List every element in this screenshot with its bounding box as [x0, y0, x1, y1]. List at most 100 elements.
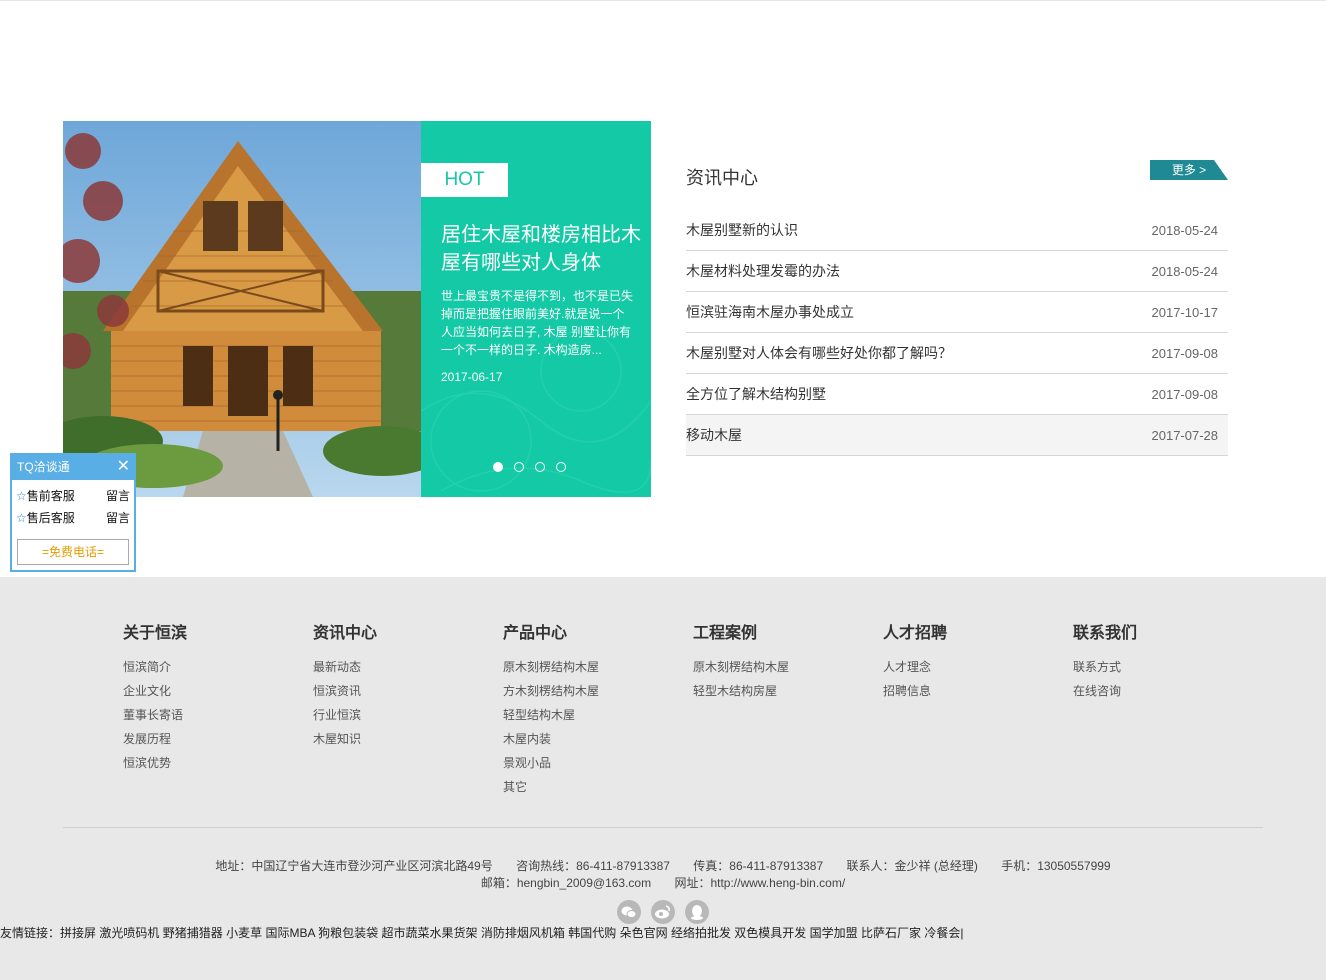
slider-dot-4[interactable] [556, 462, 566, 472]
footer-link[interactable]: 董事长寄语 [123, 703, 303, 727]
tq-message-link[interactable]: 留言 [106, 485, 130, 507]
footer-link[interactable]: 原木刻楞结构木屋 [503, 655, 683, 679]
footer-link[interactable]: 木屋内装 [503, 727, 683, 751]
slide-title[interactable]: 居住木屋和楼房相比木屋有哪些对人身体 [441, 221, 641, 277]
tq-presale-row[interactable]: ☆售前客服 留言 [12, 485, 134, 507]
news-slider[interactable]: HOT 居住木屋和楼房相比木屋有哪些对人身体 世上最宝贵不是得不到，也不是已失掉… [63, 121, 651, 497]
news-item-title[interactable]: 恒滨驻海南木屋办事处成立 [686, 302, 854, 322]
footer-fax: 传真：86-411-87913387 [693, 859, 824, 873]
slide-caption-panel[interactable]: HOT 居住木屋和楼房相比木屋有哪些对人身体 世上最宝贵不是得不到，也不是已失掉… [421, 121, 651, 497]
tq-presale-label[interactable]: 售前客服 [27, 489, 75, 503]
social-icons [617, 900, 709, 924]
footer-link[interactable]: 恒滨资讯 [313, 679, 493, 703]
friend-link[interactable]: 国际MBA [265, 926, 314, 940]
star-icon: ☆ [16, 489, 27, 503]
close-icon[interactable]: ✕ [117, 455, 130, 479]
tq-aftersale-label[interactable]: 售后客服 [27, 511, 75, 525]
news-item[interactable]: 木屋材料处理发霉的办法 2018-05-24 [686, 251, 1228, 292]
news-header: 资讯中心 更多 > [686, 160, 1228, 200]
footer-column-products: 产品中心 原木刻楞结构木屋 方木刻楞结构木屋 轻型结构木屋 木屋内装 景观小品 … [503, 619, 683, 799]
tq-aftersale-row[interactable]: ☆售后客服 留言 [12, 507, 134, 529]
news-item[interactable]: 全方位了解木结构别墅 2017-09-08 [686, 374, 1228, 415]
tq-message-link[interactable]: 留言 [106, 507, 130, 529]
news-item-title[interactable]: 木屋别墅新的认识 [686, 220, 798, 240]
footer-link[interactable]: 联系方式 [1073, 655, 1253, 679]
footer-link[interactable]: 木屋知识 [313, 727, 493, 751]
slider-dot-3[interactable] [535, 462, 545, 472]
friend-link[interactable]: 小麦草 [226, 926, 262, 940]
footer-column-cases: 工程案例 原木刻楞结构木屋 轻型木结构房屋 [693, 619, 873, 703]
footer-link[interactable]: 恒滨优势 [123, 751, 303, 775]
friend-link[interactable]: 超市蔬菜水果货架 [382, 926, 478, 940]
slide-date: 2017-06-17 [441, 370, 503, 384]
footer-column-title[interactable]: 资讯中心 [313, 619, 493, 655]
footer-column-contact: 联系我们 联系方式 在线咨询 [1073, 619, 1253, 703]
friend-link[interactable]: 消防排烟风机箱 [481, 926, 565, 940]
hot-tag: HOT [421, 163, 508, 197]
footer-email: 邮箱：hengbin_2009@163.com [480, 876, 652, 890]
news-item[interactable]: 木屋别墅对人体会有哪些好处你都了解吗？ 2017-09-08 [686, 333, 1228, 374]
star-icon: ☆ [16, 511, 27, 525]
friend-link[interactable]: 朵色官网 [620, 926, 668, 940]
footer-link[interactable]: 原木刻楞结构木屋 [693, 655, 873, 679]
footer-column-title[interactable]: 工程案例 [693, 619, 873, 655]
friend-link[interactable]: 拼接屏 [60, 926, 96, 940]
footer-link[interactable]: 轻型结构木屋 [503, 703, 683, 727]
footer-column-about: 关于恒滨 恒滨简介 企业文化 董事长寄语 发展历程 恒滨优势 [123, 619, 303, 775]
footer-link[interactable]: 恒滨简介 [123, 655, 303, 679]
news-item-date: 2017-09-08 [1151, 386, 1219, 402]
friend-links: 友情链接：拼接屏 激光喷码机 野猪捕猎器 小麦草 国际MBA 狗粮包装袋 超市蔬… [0, 924, 964, 941]
friend-link[interactable]: 比萨石厂家 [861, 926, 921, 940]
footer-link[interactable]: 行业恒滨 [313, 703, 493, 727]
friend-link[interactable]: 韩国代购 [568, 926, 616, 940]
footer-column-title[interactable]: 关于恒滨 [123, 619, 303, 655]
footer-column-jobs: 人才招聘 人才理念 招聘信息 [883, 619, 1063, 703]
friend-link[interactable]: 野猪捕猎器 [163, 926, 223, 940]
footer-column-title[interactable]: 联系我们 [1073, 619, 1253, 655]
footer-link[interactable]: 最新动态 [313, 655, 493, 679]
weibo-icon[interactable] [651, 900, 675, 924]
news-title: 资讯中心 [686, 168, 758, 188]
friend-link[interactable]: 国学加盟 [810, 926, 858, 940]
news-item-title[interactable]: 木屋别墅对人体会有哪些好处你都了解吗？ [686, 343, 952, 363]
qq-icon[interactable] [685, 900, 709, 924]
news-item-title[interactable]: 木屋材料处理发霉的办法 [686, 261, 840, 281]
news-item[interactable]: 移动木屋 2017-07-28 [686, 415, 1228, 456]
footer-address: 地址：中国辽宁省大连市登沙河产业区河滨北路49号 [215, 859, 493, 873]
wooden-house-image [63, 121, 421, 497]
footer-link[interactable]: 招聘信息 [883, 679, 1063, 703]
footer-link[interactable]: 企业文化 [123, 679, 303, 703]
news-item-date: 2017-07-28 [1151, 427, 1219, 443]
news-item-title[interactable]: 移动木屋 [686, 425, 742, 445]
friend-link[interactable]: 冷餐会| [924, 926, 963, 940]
footer-link[interactable]: 人才理念 [883, 655, 1063, 679]
more-button[interactable]: 更多 > [1150, 160, 1228, 180]
news-item[interactable]: 恒滨驻海南木屋办事处成立 2017-10-17 [686, 292, 1228, 333]
footer-website[interactable]: 网址：http://www.heng-bin.com/ [674, 876, 845, 890]
footer-column-title[interactable]: 人才招聘 [883, 619, 1063, 655]
footer-link[interactable]: 景观小品 [503, 751, 683, 775]
footer-link[interactable]: 其它 [503, 775, 683, 799]
news-item[interactable]: 木屋别墅新的认识 2018-05-24 [686, 210, 1228, 251]
footer-link[interactable]: 轻型木结构房屋 [693, 679, 873, 703]
footer-column-title[interactable]: 产品中心 [503, 619, 683, 655]
news-item-date: 2017-10-17 [1151, 304, 1219, 320]
wechat-icon[interactable] [617, 900, 641, 924]
friend-link[interactable]: 激光喷码机 [99, 926, 159, 940]
footer-link[interactable]: 方木刻楞结构木屋 [503, 679, 683, 703]
news-item-title[interactable]: 全方位了解木结构别墅 [686, 384, 826, 404]
news-item-date: 2017-09-08 [1151, 345, 1219, 361]
slide-photo[interactable] [63, 121, 421, 497]
friend-link[interactable]: 双色模具开发 [734, 926, 806, 940]
footer-link[interactable]: 发展历程 [123, 727, 303, 751]
free-call-button[interactable]: =免费电话= [17, 539, 129, 565]
footer-divider [63, 827, 1263, 828]
slider-pagination [493, 462, 566, 472]
tq-chat-widget: TQ洽谈通 ✕ ☆售前客服 留言 ☆售后客服 留言 =免费电话= [10, 453, 136, 572]
footer-contact-person: 联系人：金少祥 (总经理) [846, 859, 978, 873]
slider-dot-1[interactable] [493, 462, 503, 472]
footer-link[interactable]: 在线咨询 [1073, 679, 1253, 703]
slider-dot-2[interactable] [514, 462, 524, 472]
friend-link[interactable]: 经络拍批发 [671, 926, 731, 940]
friend-link[interactable]: 狗粮包装袋 [318, 926, 378, 940]
